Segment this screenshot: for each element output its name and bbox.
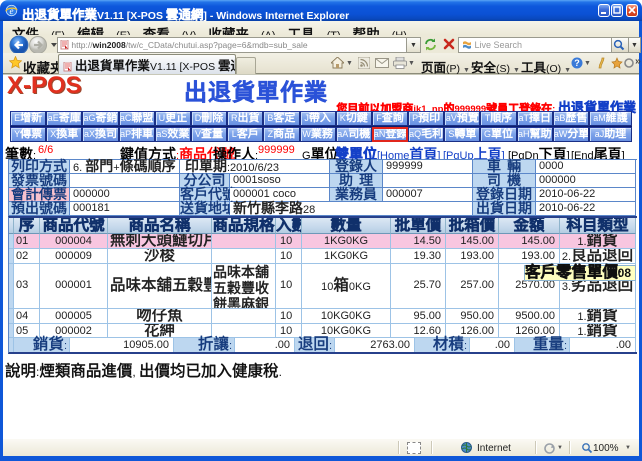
svg-text:e: e (10, 6, 14, 16)
svg-text:?: ? (574, 58, 580, 68)
